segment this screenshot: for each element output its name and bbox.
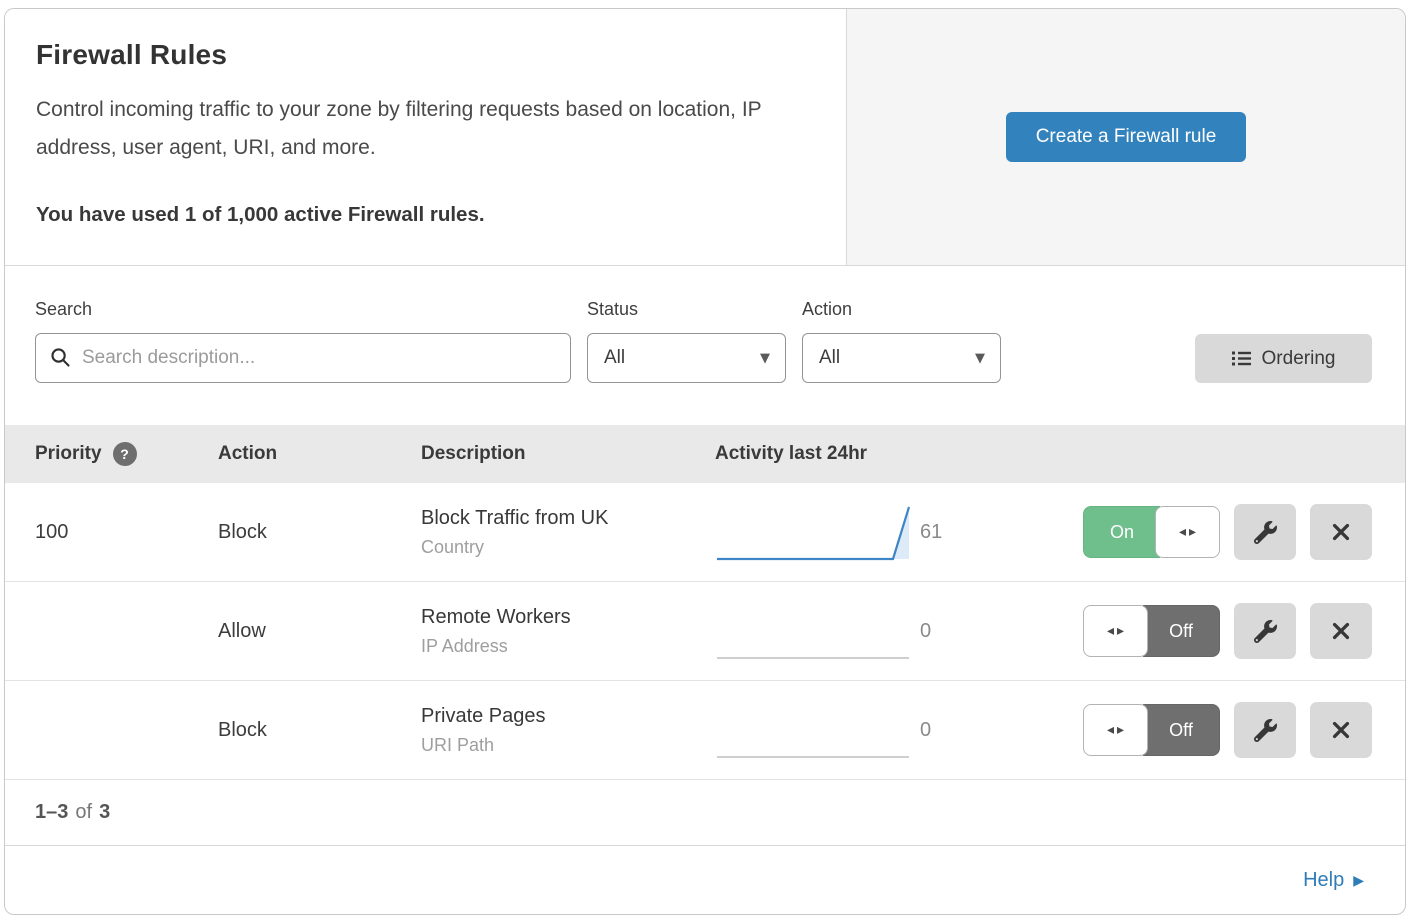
edit-rule-button[interactable] — [1234, 702, 1296, 758]
pagination-of: of — [75, 801, 92, 824]
pagination-bar: 1–3 of 3 — [5, 780, 1405, 846]
rule-description: Remote Workers — [421, 606, 715, 629]
filter-bar: Search Status All ▼ Action All ▼ — [5, 266, 1405, 425]
action-select[interactable]: All ▼ — [802, 333, 1001, 383]
page-title: Firewall Rules — [36, 39, 814, 71]
wrench-icon — [1254, 719, 1277, 742]
close-icon — [1330, 521, 1352, 543]
wrench-icon — [1254, 620, 1277, 643]
toggle-state-label: On — [1083, 506, 1160, 558]
priority-help-icon[interactable]: ? — [113, 442, 137, 466]
wrench-icon — [1254, 521, 1277, 544]
toggle-state-label: Off — [1143, 605, 1220, 657]
search-group: Search — [35, 299, 571, 383]
action-label: Action — [802, 299, 1001, 320]
page-header: Firewall Rules Control incoming traffic … — [5, 9, 1405, 266]
toggle-state-label: Off — [1143, 704, 1220, 756]
toggle-handle[interactable]: ◂▸ — [1155, 506, 1220, 558]
toggle-handle[interactable]: ◂▸ — [1083, 704, 1148, 756]
activity-sparkline — [715, 495, 920, 569]
rule-toggle[interactable]: ◂▸ Off — [1083, 605, 1220, 657]
rule-match-type: Country — [421, 537, 715, 558]
action-selected-value: All — [819, 347, 840, 369]
help-bar: Help ▶ — [5, 846, 1405, 914]
activity-count: 0 — [920, 719, 992, 742]
chevron-down-icon: ▼ — [760, 351, 770, 366]
ordering-button-label: Ordering — [1262, 348, 1336, 370]
activity-count: 61 — [920, 521, 992, 544]
activity-sparkline — [715, 693, 920, 767]
delete-rule-button[interactable] — [1310, 603, 1372, 659]
pagination-range: 1–3 — [35, 801, 68, 824]
activity-count: 0 — [920, 620, 992, 643]
delete-rule-button[interactable] — [1310, 702, 1372, 758]
help-link[interactable]: Help ▶ — [1303, 869, 1364, 892]
table-row: Allow Remote Workers IP Address 0 ◂▸ Off — [5, 582, 1405, 681]
create-rule-panel: Create a Firewall rule — [846, 9, 1405, 265]
search-label: Search — [35, 299, 571, 320]
rule-action: Block — [218, 719, 421, 742]
delete-rule-button[interactable] — [1310, 504, 1372, 560]
usage-note: You have used 1 of 1,000 active Firewall… — [36, 203, 814, 227]
search-icon — [50, 347, 71, 368]
page-header-text: Firewall Rules Control incoming traffic … — [5, 9, 846, 265]
pagination-total: 3 — [99, 801, 110, 824]
table-row: 100 Block Block Traffic from UK Country … — [5, 483, 1405, 582]
close-icon — [1330, 719, 1352, 741]
rule-action: Block — [218, 521, 421, 544]
rule-description: Block Traffic from UK — [421, 507, 715, 530]
chevron-down-icon: ▼ — [975, 351, 985, 366]
rule-match-type: IP Address — [421, 636, 715, 657]
help-link-label: Help — [1303, 869, 1344, 892]
activity-sparkline — [715, 594, 920, 668]
rule-action: Allow — [218, 620, 421, 643]
toggle-handle[interactable]: ◂▸ — [1083, 605, 1148, 657]
search-field-wrap — [35, 333, 571, 383]
ordering-list-icon — [1232, 349, 1251, 368]
search-input[interactable] — [35, 333, 571, 383]
edit-rule-button[interactable] — [1234, 603, 1296, 659]
rule-priority: 100 — [35, 521, 218, 544]
status-label: Status — [587, 299, 786, 320]
rule-toggle[interactable]: On ◂▸ — [1083, 506, 1220, 558]
status-selected-value: All — [604, 347, 625, 369]
close-icon — [1330, 620, 1352, 642]
status-select[interactable]: All ▼ — [587, 333, 786, 383]
firewall-rules-card: Firewall Rules Control incoming traffic … — [4, 8, 1406, 915]
rule-match-type: URI Path — [421, 735, 715, 756]
column-action: Action — [218, 443, 421, 465]
rule-description: Private Pages — [421, 705, 715, 728]
ordering-button[interactable]: Ordering — [1195, 334, 1372, 383]
column-description: Description — [421, 443, 715, 465]
table-header: Priority ? Action Description Activity l… — [5, 425, 1405, 483]
rule-toggle[interactable]: ◂▸ Off — [1083, 704, 1220, 756]
create-firewall-rule-button[interactable]: Create a Firewall rule — [1006, 112, 1247, 162]
table-row: Block Private Pages URI Path 0 ◂▸ Off — [5, 681, 1405, 780]
column-priority: Priority — [35, 443, 102, 465]
action-filter-group: Action All ▼ — [802, 299, 1001, 383]
edit-rule-button[interactable] — [1234, 504, 1296, 560]
arrow-right-icon: ▶ — [1353, 871, 1364, 889]
status-filter-group: Status All ▼ — [587, 299, 786, 383]
column-activity: Activity last 24hr — [715, 443, 1405, 465]
page-description: Control incoming traffic to your zone by… — [36, 91, 806, 167]
